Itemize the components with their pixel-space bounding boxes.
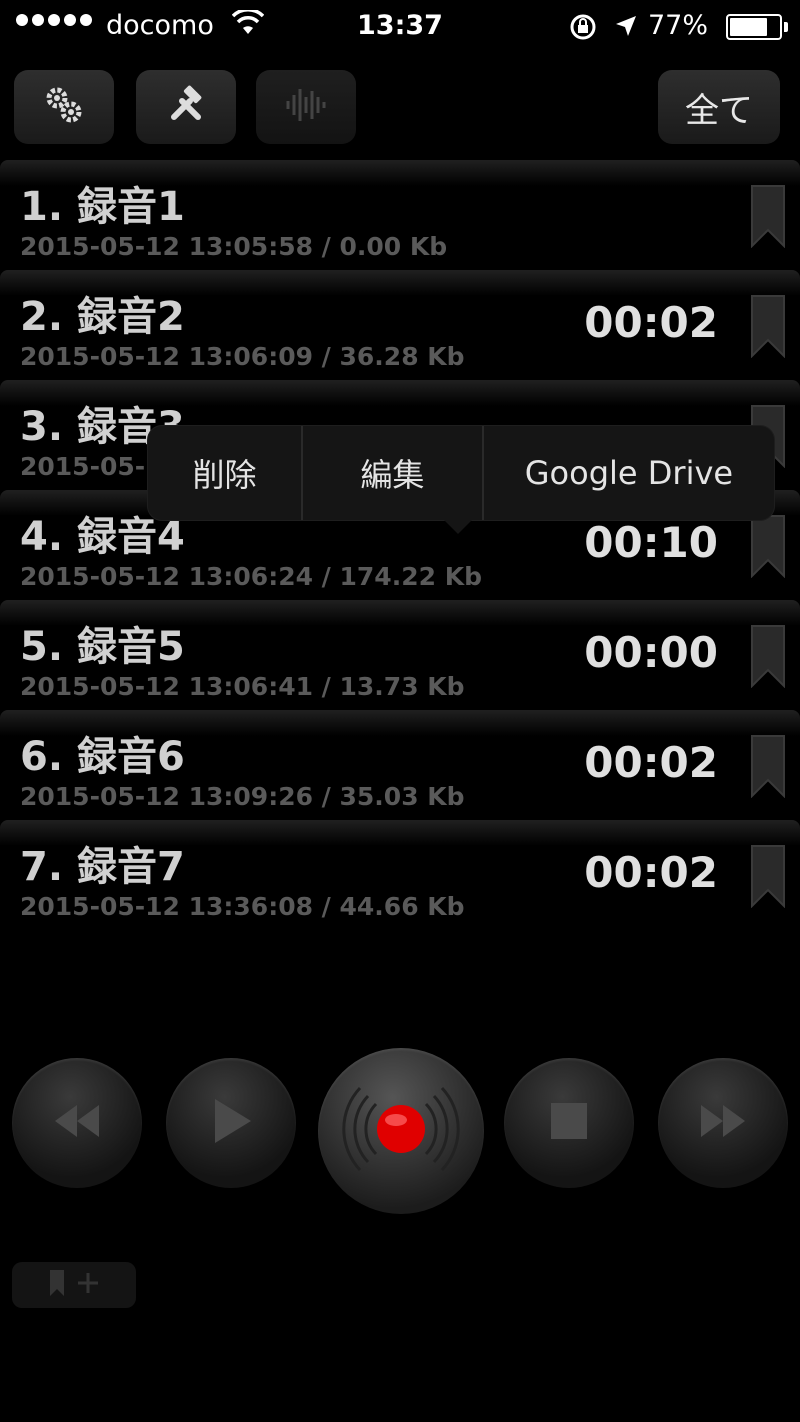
waveform-button[interactable] (256, 70, 356, 144)
bookmark-icon[interactable] (750, 734, 786, 799)
recording-meta: 2015-05-12 13:06:41 / 13.73 Kb (20, 672, 465, 701)
bookmark-icon[interactable] (750, 184, 786, 249)
delete-menu-item[interactable]: 削除 (148, 426, 301, 520)
recording-duration: 00:02 (584, 848, 718, 897)
play-icon (209, 1097, 253, 1149)
fast-forward-icon (698, 1103, 748, 1143)
location-arrow-icon (614, 14, 638, 42)
context-menu: 削除 編集 Google Drive (148, 426, 774, 534)
status-bar: docomo 13:37 77% (0, 0, 800, 56)
battery-percent: 77% (648, 10, 709, 41)
recording-row[interactable]: 6. 録音6 2015-05-12 13:09:26 / 35.03 Kb 00:0… (0, 710, 800, 820)
record-button[interactable] (318, 1048, 484, 1214)
recording-row[interactable]: 5. 録音5 2015-05-12 13:06:41 / 13.73 Kb 00:0… (0, 600, 800, 710)
battery-tip (784, 22, 788, 32)
menu-pointer (444, 520, 472, 534)
edit-menu-item[interactable]: 編集 (303, 426, 482, 520)
tools-button[interactable] (136, 70, 236, 144)
add-bookmark-button[interactable] (12, 1262, 136, 1308)
record-icon (336, 1064, 466, 1198)
recording-title: 1. 録音1 (20, 184, 185, 230)
recording-row[interactable]: 2. 録音2 2015-05-12 13:06:09 / 36.28 Kb 00:0… (0, 270, 800, 380)
recording-title: 2. 録音2 (20, 294, 185, 340)
recording-meta: 2015-05-12 13:06:24 / 174.22 Kb (20, 562, 482, 591)
recording-row[interactable]: 7. 録音7 2015-05-12 13:36:08 / 44.66 Kb 00:0… (0, 820, 800, 930)
recording-title: 5. 録音5 (20, 624, 185, 670)
waveform-icon (284, 85, 328, 129)
fast-forward-button[interactable] (658, 1058, 788, 1188)
recording-duration: 00:02 (584, 298, 718, 347)
recording-duration: 00:02 (584, 738, 718, 787)
recording-meta: 2015-05-12 13:06:09 / 36.28 Kb (20, 342, 465, 371)
battery-icon (726, 14, 782, 40)
recording-meta: 2015-05-12 13:09:26 / 35.03 Kb (20, 782, 465, 811)
rewind-icon (52, 1103, 102, 1143)
gears-icon (44, 85, 84, 129)
recording-meta: 2015-05-12 13:36:08 / 44.66 Kb (20, 892, 465, 921)
recording-title: 7. 録音7 (20, 844, 185, 890)
recording-meta: 2015-05-12 13:05:58 / 0.00 Kb (20, 232, 448, 261)
recording-title: 6. 録音6 (20, 734, 185, 780)
recording-meta: 2015-05- (20, 452, 146, 481)
stop-icon (549, 1101, 589, 1145)
settings-button[interactable] (14, 70, 114, 144)
bookmark-icon[interactable] (750, 624, 786, 689)
google-drive-menu-item[interactable]: Google Drive (484, 426, 774, 520)
hammer-icon (166, 85, 206, 129)
recording-list: 1. 録音1 2015-05-12 13:05:58 / 0.00 Kb 2. 録音… (0, 160, 800, 930)
bookmark-icon[interactable] (750, 294, 786, 359)
rotation-lock-icon (568, 12, 598, 46)
recording-duration: 00:10 (584, 518, 718, 567)
stop-button[interactable] (504, 1058, 634, 1188)
bookmark-icon[interactable] (750, 514, 786, 579)
recording-duration: 00:00 (584, 628, 718, 677)
play-button[interactable] (166, 1058, 296, 1188)
bookmark-plus-icon (44, 1268, 104, 1302)
recording-row[interactable]: 1. 録音1 2015-05-12 13:05:58 / 0.00 Kb (0, 160, 800, 270)
select-all-button[interactable]: 全て (658, 70, 780, 144)
bookmark-icon[interactable] (750, 844, 786, 909)
rewind-button[interactable] (12, 1058, 142, 1188)
